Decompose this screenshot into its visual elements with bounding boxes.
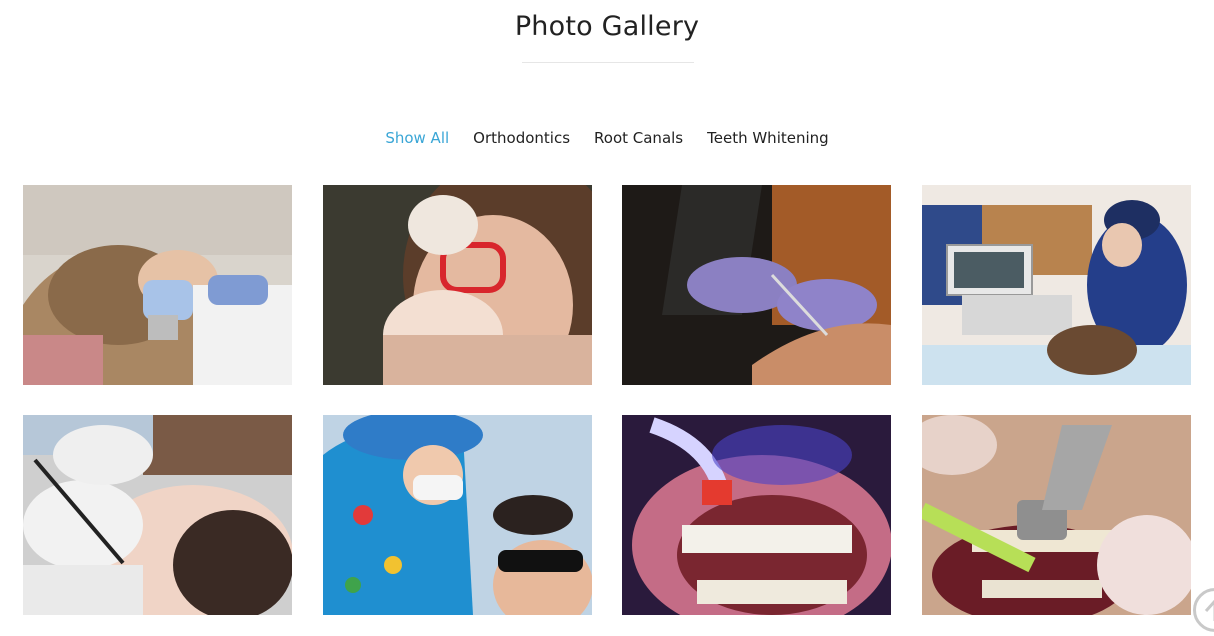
filter-teeth-whitening[interactable]: Teeth Whitening: [707, 128, 829, 148]
gallery-filters: Show All Orthodontics Root Canals Teeth …: [0, 128, 1214, 148]
title-divider: [522, 62, 694, 63]
gallery-photo-1[interactable]: [23, 185, 292, 385]
filter-orthodontics[interactable]: Orthodontics: [473, 128, 570, 148]
arrow-up-icon: [1204, 599, 1214, 621]
gallery-photo-5[interactable]: [23, 415, 292, 615]
gallery-photo-3[interactable]: [622, 185, 891, 385]
gallery-photo-7[interactable]: [622, 415, 891, 615]
gallery-photo-8[interactable]: [922, 415, 1191, 615]
filter-root-canals[interactable]: Root Canals: [594, 128, 683, 148]
gallery-photo-6[interactable]: [323, 415, 592, 615]
gallery-photo-2[interactable]: [323, 185, 592, 385]
page-title: Photo Gallery: [514, 11, 700, 42]
filter-show-all[interactable]: Show All: [385, 128, 449, 148]
gallery-photo-4[interactable]: [922, 185, 1191, 385]
scroll-to-top-button[interactable]: [1193, 588, 1214, 632]
